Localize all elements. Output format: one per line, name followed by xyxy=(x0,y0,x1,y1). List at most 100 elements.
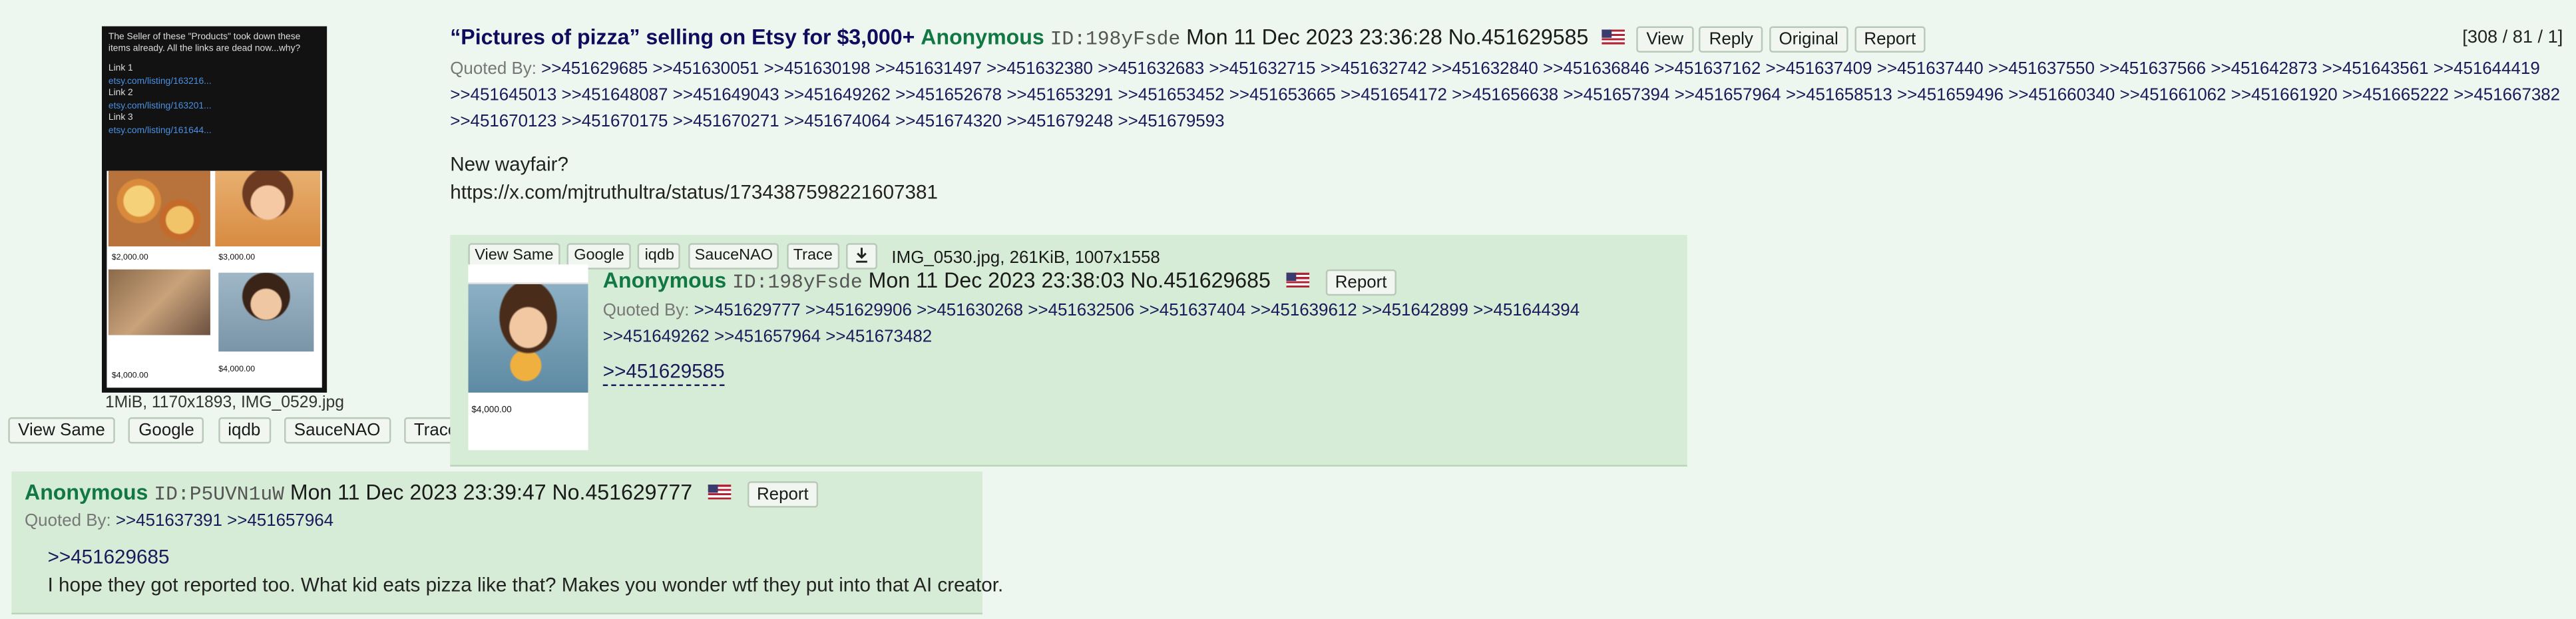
pizza-photo xyxy=(108,170,210,247)
quote-backlink[interactable]: >>451632506 xyxy=(1028,301,1134,321)
quote-backlink[interactable]: >>451630268 xyxy=(917,301,1023,321)
reply-post: View Same Google iqdb SauceNAO Trace IMG… xyxy=(450,234,1687,467)
quote-backlink[interactable]: >>451674064 xyxy=(784,112,891,132)
post-number[interactable]: No.451629585 xyxy=(1448,25,1589,49)
quote-backlink[interactable]: >>451637404 xyxy=(1140,301,1246,321)
reply-header: Anonymous ID:198yFsde Mon 11 Dec 2023 23… xyxy=(603,268,1397,296)
quote-backlink[interactable]: >>451644419 xyxy=(2434,59,2540,79)
original-button[interactable]: Original xyxy=(1769,25,1848,52)
quote-backlink[interactable]: >>451631497 xyxy=(875,59,982,79)
quote-backlink[interactable]: >>451648087 xyxy=(561,85,668,105)
quote-backlink[interactable]: >>451643561 xyxy=(2322,59,2429,79)
thumb-topbar xyxy=(468,264,588,284)
poster-id[interactable]: ID:198yFsde xyxy=(732,271,863,294)
quote-backlink[interactable]: >>451630051 xyxy=(652,59,759,79)
quote-backlink[interactable]: >>451654172 xyxy=(1341,85,1447,105)
quote-backlink[interactable]: >>451637391 xyxy=(116,511,222,531)
quote-backlink[interactable]: >>451642873 xyxy=(2211,59,2317,79)
kid-photo xyxy=(215,170,321,247)
quote-backlink[interactable]: >>451642899 xyxy=(1362,301,1468,321)
quote-backlink[interactable]: >>451637162 xyxy=(1654,59,1761,79)
view-button[interactable]: View xyxy=(1636,25,1693,52)
post-datetime: Mon 11 Dec 2023 23:36:28 xyxy=(1186,25,1442,50)
reply-thumbnail[interactable]: $4,000.00 xyxy=(468,264,588,451)
reply-button[interactable]: Reply xyxy=(1699,25,1763,52)
quote-backlink[interactable]: >>451673482 xyxy=(825,327,932,347)
quote-backlink[interactable]: >>451653291 xyxy=(1006,85,1113,105)
reply-quote-link[interactable]: >>451629585 xyxy=(602,360,725,387)
google-button[interactable]: Google xyxy=(128,417,204,443)
iqdb-button[interactable]: iqdb xyxy=(638,242,681,270)
view-same-button[interactable]: View Same xyxy=(8,417,115,443)
saucenao-button[interactable]: SauceNAO xyxy=(688,242,779,270)
trace-button[interactable]: Trace xyxy=(786,242,839,270)
post-datetime: Mon 11 Dec 2023 23:38:03 xyxy=(868,268,1125,293)
report-button[interactable]: Report xyxy=(1854,25,1926,52)
download-button[interactable] xyxy=(846,242,878,270)
quote-backlink[interactable]: >>451629777 xyxy=(694,301,801,321)
quote-backlink[interactable]: >>451657964 xyxy=(714,327,821,347)
quote-backlink[interactable]: >>451658513 xyxy=(1786,85,1892,105)
reply-quote-link[interactable]: >>451629685 xyxy=(48,544,1004,571)
op-thumbnail[interactable]: The Seller of these "Products" took down… xyxy=(102,26,327,393)
saucenao-button[interactable]: SauceNAO xyxy=(284,417,391,443)
quote-backlink[interactable]: >>451659496 xyxy=(1897,85,2004,105)
quote-backlink[interactable]: >>451670123 xyxy=(450,112,556,132)
reply-body: >>451629685 I hope they got reported too… xyxy=(48,544,1004,598)
quote-backlink[interactable]: >>451670271 xyxy=(673,112,779,132)
quote-backlink[interactable]: >>451649262 xyxy=(784,85,891,105)
quote-backlink[interactable]: >>451649043 xyxy=(673,85,779,105)
quote-backlink[interactable]: >>451636846 xyxy=(1543,59,1649,79)
quote-backlink[interactable]: >>451632683 xyxy=(1098,59,1204,79)
report-button[interactable]: Report xyxy=(747,481,819,507)
iqdb-button[interactable]: iqdb xyxy=(218,417,271,443)
post-number[interactable]: No.451629685 xyxy=(1130,268,1271,292)
quote-backlink[interactable]: >>451660340 xyxy=(2008,85,2115,105)
poster-id[interactable]: ID:198yFsde xyxy=(1050,28,1181,51)
quote-backlink[interactable]: >>451653452 xyxy=(1118,85,1225,105)
reply-file-info[interactable]: IMG_0530.jpg, 261KiB, 1007x1558 xyxy=(891,248,1160,268)
quote-backlink[interactable]: >>451657964 xyxy=(1675,85,1781,105)
download-icon xyxy=(856,248,868,264)
report-button[interactable]: Report xyxy=(1325,268,1397,296)
thumb-collage: $2,000.00 $3,000.00 $4,000.00 $4,000.00 xyxy=(107,170,322,388)
quote-backlink[interactable]: >>451667382 xyxy=(2454,85,2560,105)
quote-backlink[interactable]: >>451639612 xyxy=(1251,301,1357,321)
op-body-link[interactable]: https://x.com/mjtruthultra/status/173438… xyxy=(450,178,938,206)
quote-backlink[interactable]: >>451656638 xyxy=(1452,85,1558,105)
quote-backlink[interactable]: >>451665222 xyxy=(2342,85,2449,105)
us-flag-icon xyxy=(708,485,732,500)
op-file-info: 1MiB, 1170x1893, IMG_0529.jpg xyxy=(105,394,344,413)
quote-backlink[interactable]: >>451630198 xyxy=(764,59,871,79)
quote-backlink[interactable]: >>451679248 xyxy=(1006,112,1113,132)
quote-backlink[interactable]: >>451632715 xyxy=(1209,59,1315,79)
quote-backlink[interactable]: >>451679593 xyxy=(1118,112,1225,132)
quote-backlink[interactable]: >>451637440 xyxy=(1877,59,1984,79)
quote-backlink[interactable]: >>451645013 xyxy=(450,85,556,105)
quote-backlink[interactable]: >>451637550 xyxy=(1988,59,2095,79)
quote-backlink[interactable]: >>451652678 xyxy=(895,85,1002,105)
thread-subject: “Pictures of pizza” selling on Etsy for … xyxy=(450,25,915,50)
quote-backlink[interactable]: >>451644394 xyxy=(1473,301,1580,321)
quote-backlink[interactable]: >>451649262 xyxy=(603,327,710,347)
op-quoted-by: Quoted By: >>451629685 >>451630051 >>451… xyxy=(450,56,2569,134)
poster-id[interactable]: ID:P5UVN1uW xyxy=(154,483,284,507)
post-number[interactable]: No.451629777 xyxy=(552,480,693,505)
reply-quoted-by: Quoted By: >>451629777 >>451629906 >>451… xyxy=(603,298,1671,350)
quote-backlink[interactable]: >>451657964 xyxy=(227,511,333,531)
quote-backlink[interactable]: >>451653665 xyxy=(1229,85,1336,105)
quote-backlink[interactable]: >>451670175 xyxy=(561,112,668,132)
quote-backlink[interactable]: >>451632380 xyxy=(986,59,1093,79)
quote-backlink[interactable]: >>451629685 xyxy=(541,59,648,79)
thumb-link-url: etsy.com/listing/163216... xyxy=(108,76,212,87)
quote-backlink[interactable]: >>451637566 xyxy=(2099,59,2206,79)
quote-backlink[interactable]: >>451637409 xyxy=(1765,59,1872,79)
quote-backlink[interactable]: >>451632742 xyxy=(1321,59,1427,79)
quote-backlink[interactable]: >>451632840 xyxy=(1432,59,1538,79)
quote-backlink[interactable]: >>451661920 xyxy=(2231,85,2338,105)
quote-backlink[interactable]: >>451661062 xyxy=(2119,85,2226,105)
quote-backlink[interactable]: >>451657394 xyxy=(1563,85,1669,105)
quote-backlink[interactable]: >>451629906 xyxy=(805,301,912,321)
reply-post: Anonymous ID:P5UVN1uW Mon 11 Dec 2023 23… xyxy=(11,471,1003,615)
quote-backlink[interactable]: >>451674320 xyxy=(895,112,1002,132)
